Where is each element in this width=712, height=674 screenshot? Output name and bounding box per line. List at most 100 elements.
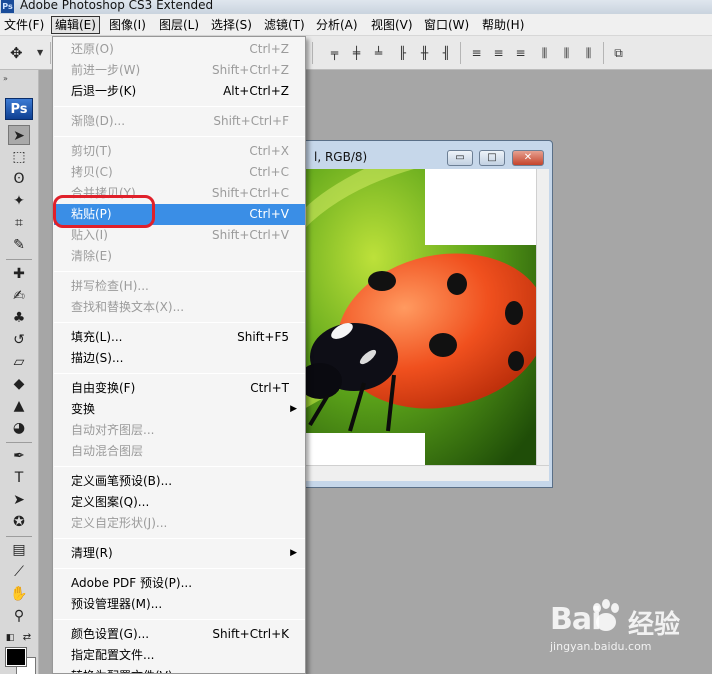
menu-item-label: 渐隐(D)...	[71, 114, 126, 128]
align-bottom-icon[interactable]: ╧	[370, 45, 387, 61]
crop-tool[interactable]: ⌗	[8, 213, 30, 233]
menu-item-label: 剪切(T)	[71, 144, 112, 158]
align-vcenter-icon[interactable]: ╪	[348, 45, 365, 61]
move-tool[interactable]: ➤	[8, 125, 30, 145]
history-brush-tool[interactable]: ↺	[8, 330, 30, 350]
menu-separator	[54, 466, 305, 467]
distribute-bottom-icon[interactable]: ≡	[512, 45, 529, 61]
path-selection-tool[interactable]: ➤	[8, 490, 30, 510]
edit-menu-item[interactable]: 填充(L)... Shift+F5	[54, 327, 305, 348]
align-left-icon[interactable]: ╟	[394, 45, 411, 61]
edit-menu-item[interactable]: 预设管理器(M)...	[54, 594, 305, 615]
blur-tool[interactable]: ▲	[8, 396, 30, 416]
menu-item-label: 前进一步(W)	[71, 63, 141, 77]
notes-tool[interactable]: ▤	[8, 540, 30, 560]
distribute-vcenter-icon[interactable]: ≡	[490, 45, 507, 61]
distribute-right-icon[interactable]: ⫼	[580, 45, 597, 61]
menu-separator	[54, 568, 305, 569]
minimize-button[interactable]: ▭	[447, 150, 473, 166]
marquee-tool[interactable]: ⬚	[8, 147, 30, 167]
watermark-brand: Bai	[550, 602, 601, 637]
app-title-bar: Ps Adobe Photoshop CS3 Extended	[0, 0, 712, 14]
menu-image[interactable]: 图像(I)	[106, 16, 149, 34]
zoom-tool[interactable]: ⚲	[8, 606, 30, 626]
menu-item-label: 预设管理器(M)...	[71, 597, 163, 611]
edit-menu-item: 自动混合图层	[54, 441, 305, 462]
auto-align-layers-icon[interactable]: ⧉	[610, 45, 627, 61]
menu-file[interactable]: 文件(F)	[1, 16, 47, 34]
edit-menu-item: 还原(O) Ctrl+Z	[54, 39, 305, 60]
edit-menu-item[interactable]: 变换 ▶	[54, 399, 305, 420]
align-top-icon[interactable]: ╤	[326, 45, 343, 61]
edit-menu-item: 查找和替换文本(X)...	[54, 297, 305, 318]
menu-item-shortcut: Ctrl+C	[249, 165, 289, 179]
type-tool[interactable]: T	[8, 468, 30, 488]
menu-window[interactable]: 窗口(W)	[421, 16, 472, 34]
image-canvas[interactable]	[304, 169, 536, 465]
distribute-left-icon[interactable]: ⫼	[536, 45, 553, 61]
ps-badge-icon[interactable]: Ps	[5, 98, 33, 120]
ladybug-image	[304, 169, 536, 465]
tool-preset-dropdown-icon[interactable]: ▼	[37, 48, 43, 57]
move-tool-icon[interactable]: ✥	[10, 43, 32, 63]
menu-select[interactable]: 选择(S)	[208, 16, 255, 34]
watermark-url: jingyan.baidu.com	[550, 640, 652, 653]
edit-menu-item[interactable]: Adobe PDF 预设(P)...	[54, 573, 305, 594]
menu-item-shortcut: Shift+Ctrl+C	[211, 186, 289, 200]
align-right-icon[interactable]: ╢	[438, 45, 455, 61]
clone-stamp-tool[interactable]: ♣	[8, 308, 30, 328]
edit-menu-item[interactable]: 颜色设置(G)... Shift+Ctrl+K	[54, 624, 305, 645]
slice-tool[interactable]: ✎	[8, 235, 30, 255]
close-button[interactable]: ✕	[512, 150, 544, 166]
horizontal-scrollbar[interactable]	[304, 465, 549, 481]
eraser-tool[interactable]: ▱	[8, 352, 30, 372]
swap-colors-icon[interactable]: ⇄	[20, 628, 34, 648]
maximize-button[interactable]: □	[479, 150, 505, 166]
menu-item-label: 贴入(I)	[71, 228, 108, 242]
panel-collapse-icon[interactable]: »	[3, 74, 8, 83]
edit-menu-item[interactable]: 定义画笔预设(B)...	[54, 471, 305, 492]
custom-shape-tool[interactable]: ✪	[8, 512, 30, 532]
edit-menu-item: 拼写检查(H)...	[54, 276, 305, 297]
edit-menu-item[interactable]: 描边(S)...	[54, 348, 305, 369]
dodge-tool[interactable]: ◕	[8, 418, 30, 438]
distribute-top-icon[interactable]: ≡	[468, 45, 485, 61]
paint-bucket-tool[interactable]: ◆	[8, 374, 30, 394]
menu-item-shortcut: Shift+Ctrl+V	[212, 228, 289, 242]
edit-menu-item: 前进一步(W) Shift+Ctrl+Z	[54, 60, 305, 81]
menu-item-shortcut: Ctrl+T	[250, 381, 289, 395]
lasso-tool[interactable]: ʘ	[8, 169, 30, 189]
menu-layer[interactable]: 图层(L)	[156, 16, 202, 34]
hand-tool[interactable]: ✋	[8, 584, 30, 604]
distribute-hcenter-icon[interactable]: ⫼	[558, 45, 575, 61]
menu-view[interactable]: 视图(V)	[368, 16, 416, 34]
magic-wand-tool[interactable]: ✦	[8, 191, 30, 211]
menu-edit[interactable]: 编辑(E)	[51, 16, 100, 34]
edit-menu-item[interactable]: 自由变换(F) Ctrl+T	[54, 378, 305, 399]
menu-item-shortcut: Ctrl+V	[249, 207, 289, 221]
vertical-scrollbar[interactable]	[536, 169, 549, 465]
edit-menu-item[interactable]: 清理(R) ▶	[54, 543, 305, 564]
eyedropper-tool[interactable]: ⟋	[8, 562, 30, 582]
healing-brush-tool[interactable]: ✚	[8, 264, 30, 284]
default-colors-icon[interactable]: ◧	[3, 628, 17, 648]
photoshop-logo-icon: Ps	[1, 0, 14, 13]
menu-analysis[interactable]: 分析(A)	[313, 16, 361, 34]
options-separator	[460, 42, 461, 64]
menu-item-label: 自由变换(F)	[71, 381, 136, 395]
menu-help[interactable]: 帮助(H)	[479, 16, 527, 34]
options-separator	[603, 42, 604, 64]
menu-item-label: 后退一步(K)	[71, 84, 137, 98]
edit-menu-item[interactable]: 后退一步(K) Alt+Ctrl+Z	[54, 81, 305, 102]
edit-menu-item[interactable]: 指定配置文件...	[54, 645, 305, 666]
edit-menu-item: 贴入(I) Shift+Ctrl+V	[54, 225, 305, 246]
edit-menu-item: 剪切(T) Ctrl+X	[54, 141, 305, 162]
align-hcenter-icon[interactable]: ╫	[416, 45, 433, 61]
pen-tool[interactable]: ✒	[8, 446, 30, 466]
menu-filter[interactable]: 滤镜(T)	[261, 16, 308, 34]
menu-separator	[54, 322, 305, 323]
brush-tool[interactable]: ✍	[8, 286, 30, 306]
foreground-color-swatch[interactable]	[5, 647, 27, 667]
edit-menu-item[interactable]: 定义图案(Q)...	[54, 492, 305, 513]
edit-menu-item[interactable]: 转换为配置文件(V)...	[54, 666, 305, 673]
